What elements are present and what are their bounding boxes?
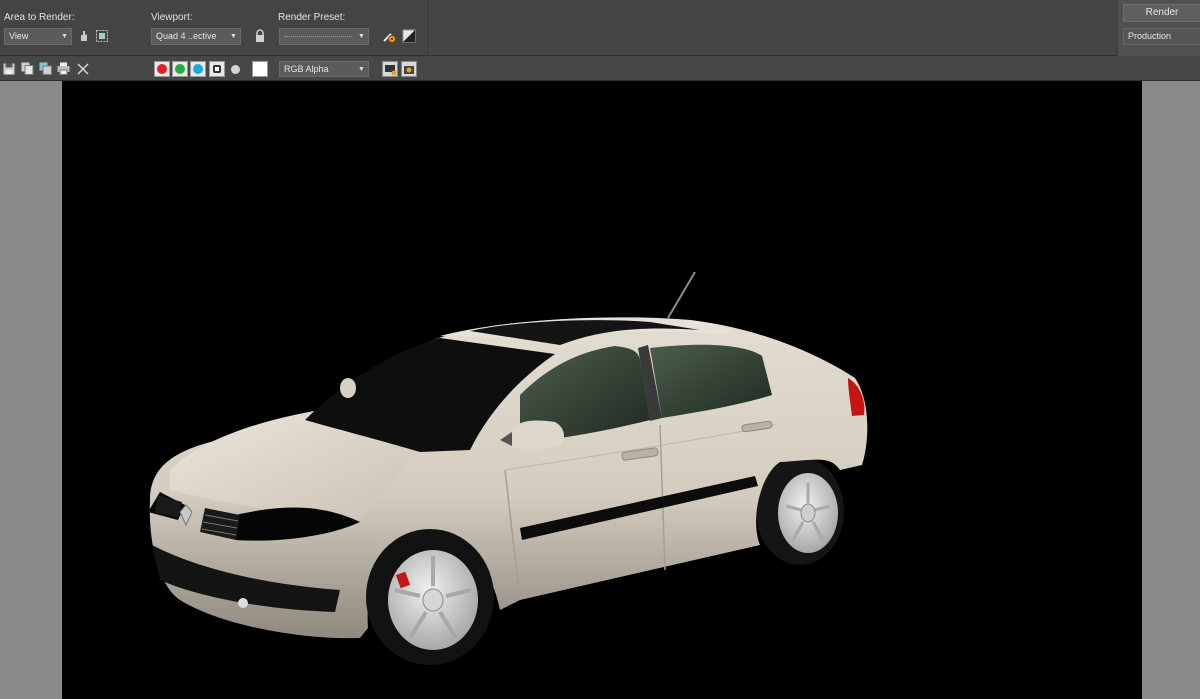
save-image-icon[interactable] bbox=[3, 62, 17, 76]
frame-buffer-area bbox=[0, 81, 1200, 699]
render-preset-dropdown[interactable]: ▼ bbox=[279, 28, 369, 45]
area-to-render-group: Area to Render: View ▼ bbox=[4, 0, 114, 56]
chevron-down-icon: ▼ bbox=[61, 33, 68, 40]
car-render bbox=[148, 271, 868, 665]
render-setup-panel: Area to Render: View ▼ Viewport: Quad 4 … bbox=[0, 0, 1200, 56]
toggle-ui-icon[interactable] bbox=[401, 61, 417, 77]
render-mode-value: Production bbox=[1128, 31, 1172, 41]
auto-region-icon[interactable] bbox=[94, 28, 110, 44]
area-to-render-label: Area to Render: bbox=[4, 12, 75, 23]
channel-display-dropdown[interactable]: RGB Alpha ▼ bbox=[279, 61, 369, 77]
clear-icon[interactable] bbox=[77, 62, 91, 76]
clone-frame-icon[interactable] bbox=[39, 62, 53, 76]
frame-window-toolbar: RGB Alpha ▼ bbox=[0, 57, 1200, 81]
render-controls: Render Production bbox=[1117, 0, 1200, 56]
area-to-render-value: View bbox=[9, 31, 29, 41]
viewport-label: Viewport: bbox=[151, 12, 193, 23]
channel-display-value: RGB Alpha bbox=[284, 64, 329, 74]
panel-divider bbox=[428, 0, 430, 56]
toggle-ui-overlay-icon[interactable] bbox=[382, 61, 398, 77]
monochrome-icon[interactable] bbox=[231, 65, 240, 74]
render-preset-label: Render Preset: bbox=[278, 12, 346, 23]
red-channel-icon bbox=[157, 64, 167, 74]
chevron-down-icon: ▼ bbox=[230, 33, 237, 40]
alpha-channel-icon bbox=[213, 65, 221, 73]
blue-channel-button[interactable] bbox=[190, 61, 206, 77]
copy-image-icon[interactable] bbox=[21, 62, 35, 76]
swatch-color-box[interactable] bbox=[252, 61, 268, 77]
print-icon[interactable] bbox=[57, 62, 71, 76]
rendered-image bbox=[62, 81, 1142, 699]
blue-channel-icon bbox=[193, 64, 203, 74]
chevron-down-icon: ▼ bbox=[358, 33, 365, 40]
render-preset-group: Render Preset: ▼ bbox=[278, 0, 423, 56]
render-setup-icon[interactable] bbox=[381, 28, 397, 44]
edit-region-icon[interactable] bbox=[76, 28, 92, 44]
environment-effects-icon[interactable] bbox=[401, 28, 417, 44]
red-channel-button[interactable] bbox=[154, 61, 170, 77]
viewport-dropdown[interactable]: Quad 4 ..ective ▼ bbox=[151, 28, 241, 45]
viewport-value: Quad 4 ..ective bbox=[156, 31, 217, 41]
alpha-channel-button[interactable] bbox=[209, 61, 225, 77]
lock-icon[interactable] bbox=[252, 28, 268, 44]
render-button[interactable]: Render bbox=[1123, 4, 1200, 22]
render-mode-dropdown[interactable]: Production bbox=[1123, 28, 1200, 45]
green-channel-button[interactable] bbox=[172, 61, 188, 77]
green-channel-icon bbox=[175, 64, 185, 74]
area-to-render-dropdown[interactable]: View ▼ bbox=[4, 28, 72, 45]
viewport-group: Viewport: Quad 4 ..ective ▼ bbox=[151, 0, 271, 56]
chevron-down-icon: ▼ bbox=[358, 66, 365, 73]
